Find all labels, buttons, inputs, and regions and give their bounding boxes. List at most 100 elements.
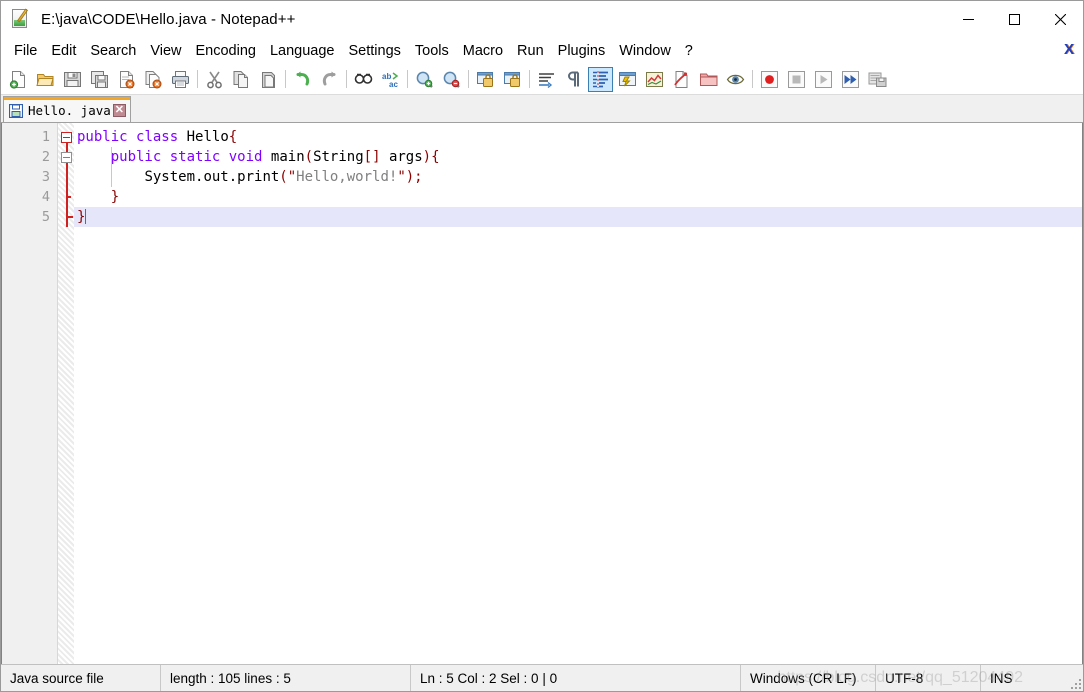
menu-item-macro[interactable]: Macro (456, 40, 510, 62)
status-eol-format[interactable]: Windows (CR LF) (741, 665, 876, 691)
svg-text:ac: ac (389, 80, 398, 89)
minimize-button[interactable] (945, 1, 991, 37)
find-button[interactable] (351, 67, 376, 92)
editor-area[interactable]: 1 2 3 4 5 public class Hello{public sta… (1, 123, 1083, 664)
text-caret (85, 209, 87, 224)
menu-item-window[interactable]: Window (612, 40, 678, 62)
run-macro-multiple-button[interactable] (838, 67, 863, 92)
document-monitoring-button[interactable] (723, 67, 748, 92)
code-line: public static void main(String[] args){ (74, 147, 1082, 167)
code-token-plain: Hello (186, 129, 229, 145)
cut-button[interactable] (202, 67, 227, 92)
menu-item-tools[interactable]: Tools (408, 40, 456, 62)
menu-item-settings[interactable]: Settings (341, 40, 407, 62)
word-wrap-button[interactable] (534, 67, 559, 92)
menu-item-plugins[interactable]: Plugins (551, 40, 613, 62)
tab-close-icon[interactable]: ✕ (112, 104, 126, 117)
line-number: 3 (41, 169, 50, 185)
folder-as-workspace-button[interactable] (696, 67, 721, 92)
save-button[interactable] (60, 67, 85, 92)
menu-bar: File Edit Search View Encoding Language … (1, 38, 1083, 64)
line-number: 1 (41, 129, 50, 145)
toolbar-separator (285, 70, 286, 88)
line-number: 5 (41, 209, 50, 225)
paste-button[interactable] (256, 67, 281, 92)
tab-hello-java[interactable]: Hello. java ✕ (3, 96, 131, 122)
line-number: 4 (41, 189, 50, 205)
toolbar-separator (407, 70, 408, 88)
code-text-area[interactable]: public class Hello{ public static void m… (74, 123, 1082, 664)
new-file-button[interactable] (6, 67, 31, 92)
code-token-plain: main (270, 149, 305, 165)
save-all-button[interactable] (87, 67, 112, 92)
resize-grip[interactable] (1069, 677, 1081, 689)
toolbar-separator (468, 70, 469, 88)
undo-button[interactable] (290, 67, 315, 92)
menu-item-help[interactable]: ? (678, 40, 700, 62)
print-button[interactable] (168, 67, 193, 92)
function-list-button[interactable] (669, 67, 694, 92)
code-token-op: [] (363, 149, 381, 165)
tab-label: Hello. java (28, 103, 111, 118)
code-line-current: } (74, 207, 1082, 227)
code-token-plain: System.out.print (144, 169, 280, 185)
code-folding-margin[interactable] (58, 123, 74, 664)
copy-button[interactable] (229, 67, 254, 92)
menu-item-file[interactable]: File (7, 40, 44, 62)
close-document-button[interactable] (114, 67, 139, 92)
record-macro-button[interactable] (757, 67, 782, 92)
status-caret-position: Ln : 5 Col : 2 Sel : 0 | 0 (411, 665, 741, 691)
maximize-button[interactable] (991, 1, 1037, 37)
code-token-op: (" (279, 169, 297, 185)
document-map-button[interactable] (642, 67, 667, 92)
line-number: 2 (41, 149, 50, 165)
user-defined-dialog-button[interactable] (615, 67, 640, 92)
status-encoding[interactable]: UTF-8 (876, 665, 981, 691)
menu-item-run[interactable]: Run (510, 40, 551, 62)
menu-item-language[interactable]: Language (263, 40, 342, 62)
fold-row (58, 167, 74, 187)
fold-tick (66, 196, 71, 198)
window-controls (945, 1, 1083, 37)
close-button[interactable] (1037, 1, 1083, 37)
close-all-documents-button[interactable] (141, 67, 166, 92)
stop-recording-macro-button[interactable] (784, 67, 809, 92)
tab-close-glyph: ✕ (114, 104, 124, 116)
notepad-plus-plus-window: E:\java\CODE\Hello.java - Notepad++ File… (0, 0, 1084, 692)
status-insert-mode[interactable]: INS (981, 665, 1083, 691)
indent-guide-button[interactable] (588, 66, 613, 92)
status-bar: Java source file length : 105 lines : 5 … (1, 664, 1083, 691)
code-token-op: } (77, 209, 86, 225)
save-current-macro-button[interactable] (865, 67, 890, 92)
code-token-str: Hello,world! (296, 169, 398, 185)
menu-item-edit[interactable]: Edit (44, 40, 83, 62)
play-macro-button[interactable] (811, 67, 836, 92)
redo-button[interactable] (317, 67, 342, 92)
notepad-plus-plus-icon (11, 8, 33, 30)
document-tab-bar: Hello. java ✕ (1, 95, 1083, 123)
zoom-out-button[interactable] (439, 67, 464, 92)
sync-vertical-scroll-button[interactable] (473, 67, 498, 92)
code-line: public class Hello{ (74, 127, 1082, 147)
toolbar: ab ac (1, 64, 1083, 95)
open-file-button[interactable] (33, 67, 58, 92)
menu-item-search[interactable]: Search (83, 40, 143, 62)
fold-row (58, 147, 74, 167)
fold-collapse-icon[interactable] (61, 132, 72, 143)
status-length-lines: length : 105 lines : 5 (161, 665, 411, 691)
code-line: } (74, 187, 1082, 207)
line-number-gutter: 1 2 3 4 5 (2, 123, 58, 664)
menu-item-view[interactable]: View (143, 40, 188, 62)
code-token-kw: public (110, 149, 162, 165)
zoom-in-button[interactable] (412, 67, 437, 92)
menu-item-encoding[interactable]: Encoding (189, 40, 263, 62)
replace-button[interactable]: ab ac (378, 67, 403, 92)
show-all-characters-button[interactable] (561, 67, 586, 92)
fold-collapse-icon[interactable] (61, 152, 72, 163)
close-document-x-button[interactable]: X (1064, 41, 1074, 58)
sync-horizontal-scroll-button[interactable] (500, 67, 525, 92)
